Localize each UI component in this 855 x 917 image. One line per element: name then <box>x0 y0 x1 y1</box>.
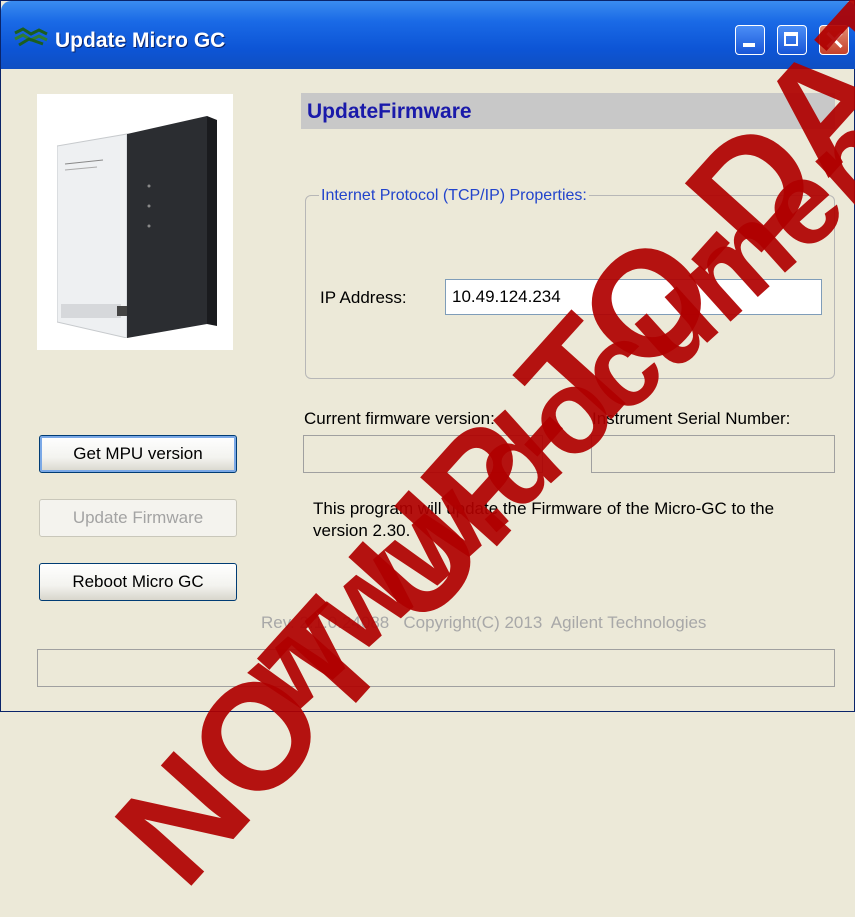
get-mpu-version-button[interactable]: Get MPU version <box>39 435 237 473</box>
serial-number-field <box>591 435 835 473</box>
update-firmware-button[interactable]: Update Firmware <box>39 499 237 537</box>
section-title: UpdateFirmware <box>307 100 472 123</box>
title-bar[interactable]: Update Micro GC <box>1 1 855 69</box>
status-bar <box>37 649 835 687</box>
tcpip-group-title: Internet Protocol (TCP/IP) Properties: <box>319 187 589 205</box>
ip-address-label: IP Address: <box>320 288 407 307</box>
micro-gc-device-image <box>37 94 233 350</box>
current-firmware-field <box>303 435 543 473</box>
ip-address-input[interactable] <box>445 279 822 315</box>
maximize-icon[interactable] <box>777 25 807 55</box>
window-title: Update Micro GC <box>55 29 226 52</box>
watermark-url: www.document <box>218 59 855 739</box>
current-firmware-label: Current firmware version: <box>304 409 495 428</box>
info-text: This program will update the Firmware of… <box>313 499 775 540</box>
revision-copyright: Rev. 2.1.0.24088 Copyright(C) 2013 Agile… <box>261 613 707 632</box>
close-icon[interactable] <box>819 25 849 55</box>
update-micro-gc-window: Update Micro GC UpdateFirmware Internet … <box>0 0 855 915</box>
reboot-micro-gc-button[interactable]: Reboot Micro GC <box>39 563 237 601</box>
app-icon <box>14 27 48 47</box>
serial-number-label: Instrument Serial Number: <box>592 409 791 428</box>
minimize-icon[interactable] <box>735 25 765 55</box>
section-header: UpdateFirmware <box>301 93 835 129</box>
